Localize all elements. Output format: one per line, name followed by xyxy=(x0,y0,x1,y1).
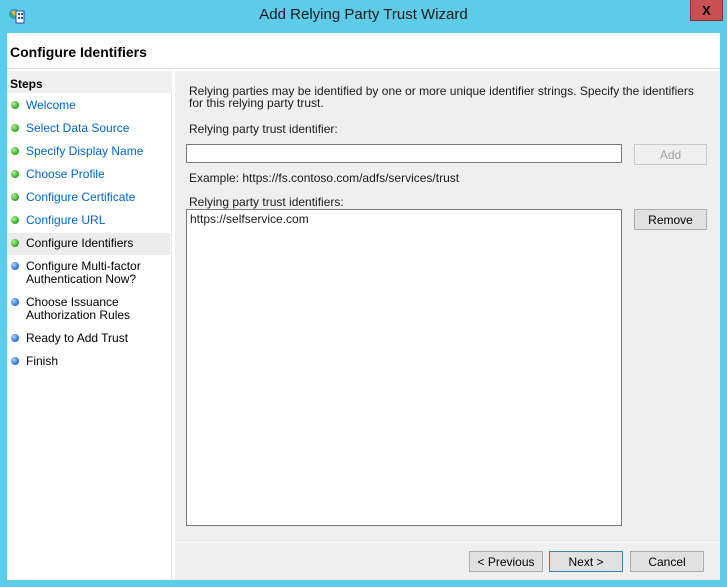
step-item: Configure Identifiers xyxy=(7,233,170,255)
identifiers-listbox[interactable]: https://selfservice.com xyxy=(186,209,622,526)
identifiers-label: Relying party trust identifiers: xyxy=(189,195,344,209)
window-title: Add Relying Party Trust Wizard xyxy=(259,6,468,23)
step-item[interactable]: Configure Certificate xyxy=(7,187,170,207)
step-item[interactable]: Configure URL xyxy=(7,210,170,230)
completed-step-icon xyxy=(11,147,19,155)
pending-step-icon xyxy=(11,334,19,342)
completed-step-icon xyxy=(11,124,19,132)
step-item: Choose Issuance Authorization Rules xyxy=(7,292,170,324)
close-button[interactable]: X xyxy=(690,0,723,21)
steps-heading: Steps xyxy=(7,71,172,93)
description-text: Relying parties may be identified by one… xyxy=(189,84,694,110)
steps-panel: Steps Welcome Select Data Source Specify D… xyxy=(7,71,172,580)
identifier-input[interactable] xyxy=(186,144,622,163)
step-item[interactable]: Welcome xyxy=(7,95,170,115)
content-panel: Relying parties may be identified by one… xyxy=(175,71,720,542)
previous-button[interactable]: < Previous xyxy=(469,551,543,572)
completed-step-icon xyxy=(11,216,19,224)
step-label[interactable]: Select Data Source xyxy=(26,120,129,135)
completed-step-icon xyxy=(11,239,19,247)
close-icon: X xyxy=(702,2,711,18)
step-label: Configure Identifiers xyxy=(26,236,134,250)
step-label: Choose Issuance Authorization Rules xyxy=(26,295,131,322)
step-item: Ready to Add Trust xyxy=(7,328,170,348)
wizard-window: Configure Identifiers Steps Welcome Selec… xyxy=(7,33,720,580)
step-label[interactable]: Specify Display Name xyxy=(26,143,143,158)
step-label[interactable]: Configure Certificate xyxy=(26,189,135,204)
step-label: Finish xyxy=(26,354,59,368)
next-button[interactable]: Next > xyxy=(549,551,623,572)
title-bar: Add Relying Party Trust Wizard X xyxy=(0,0,727,33)
list-item[interactable]: https://selfservice.com xyxy=(187,210,621,228)
button-bar: < Previous Next > Cancel xyxy=(175,542,720,580)
step-label: Configure Multi-factor Authentication No… xyxy=(26,259,141,286)
pending-step-icon xyxy=(11,298,19,306)
identifier-label: Relying party trust identifier: xyxy=(189,122,338,136)
step-label[interactable]: Choose Profile xyxy=(26,166,105,181)
add-button[interactable]: Add xyxy=(634,144,707,165)
page-header: Configure Identifiers xyxy=(7,33,720,69)
step-item: Finish xyxy=(7,351,170,371)
step-item[interactable]: Choose Profile xyxy=(7,164,170,184)
page-title: Configure Identifiers xyxy=(10,44,147,60)
completed-step-icon xyxy=(11,170,19,178)
step-label: Ready to Add Trust xyxy=(26,331,129,345)
pending-step-icon xyxy=(11,357,19,365)
step-label[interactable]: Configure URL xyxy=(26,212,105,227)
cancel-button[interactable]: Cancel xyxy=(630,551,704,572)
step-item[interactable]: Select Data Source xyxy=(7,118,170,138)
step-item: Configure Multi-factor Authentication No… xyxy=(7,256,170,288)
step-label[interactable]: Welcome xyxy=(26,97,76,112)
remove-button[interactable]: Remove xyxy=(634,209,707,230)
example-text: Example: https://fs.contoso.com/adfs/ser… xyxy=(189,171,460,185)
pending-step-icon xyxy=(11,262,19,270)
step-item[interactable]: Specify Display Name xyxy=(7,141,170,161)
completed-step-icon xyxy=(11,101,19,109)
completed-step-icon xyxy=(11,193,19,201)
